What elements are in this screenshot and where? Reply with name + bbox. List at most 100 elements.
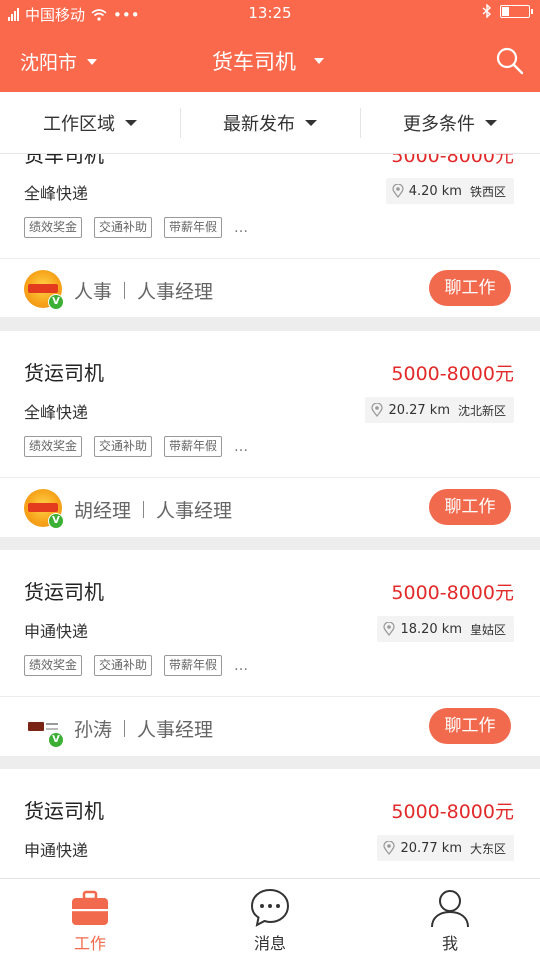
company-logo [28, 722, 44, 731]
company-name: 申通快递 [24, 622, 89, 641]
company-name: 申通快递 [24, 841, 89, 860]
job-title: 货运司机 [24, 580, 104, 604]
benefit-tag: 绩效奖金 [24, 436, 83, 457]
distance-value: 4.20 km [408, 183, 462, 199]
job-card[interactable]: 货运司机 5000-8000元 全峰快递 20.27 km 沈北新区 绩效奖金 … [0, 331, 540, 537]
recruiter-name: 人事 [74, 281, 113, 303]
salary: 5000-8000元 [391, 363, 514, 385]
chat-button[interactable]: 聊工作 [429, 270, 511, 306]
city-label: 沈阳市 [20, 52, 78, 74]
company-logo-avatar: V [24, 270, 64, 310]
verified-badge-icon: V [48, 294, 64, 310]
distance-badge: 18.20 km 皇姑区 [377, 616, 514, 642]
location-pin-icon [371, 403, 384, 417]
job-title: 货运司机 [24, 361, 104, 385]
benefit-tags: 绩效奖金 交通补助 带薪年假 … [24, 655, 249, 676]
distance-badge: 4.20 km 铁西区 [385, 178, 514, 204]
caret-down-icon [125, 119, 137, 126]
company-logo [28, 503, 58, 512]
bottom-tab-bar: 工作 消息 我 [0, 878, 540, 960]
job-title: 货运司机 [24, 799, 104, 823]
app-screen: 中国移动 ••• 13:25 沈阳市 货车司机 工作区域 最新发布 更多条件 货… [0, 0, 540, 960]
city-selector[interactable]: 沈阳市 [20, 48, 98, 75]
job-title: 货车司机 [24, 154, 104, 167]
chat-button[interactable]: 聊工作 [429, 489, 511, 525]
page-title: 货车司机 [212, 50, 296, 74]
recruiter-name: 胡经理 [74, 500, 132, 522]
filter-label: 最新发布 [223, 113, 295, 135]
benefit-tag: 绩效奖金 [24, 655, 83, 676]
company-logo-line [46, 723, 58, 725]
filter-more-conditions[interactable]: 更多条件 [360, 92, 540, 153]
status-bar: 中国移动 ••• 13:25 [0, 0, 540, 28]
job-card[interactable]: 货运司机 5000-8000元 申通快递 20.77 km 大东区 [0, 769, 540, 878]
more-tags-ellipsis: … [234, 438, 250, 455]
bluetooth-icon [482, 4, 492, 18]
search-icon[interactable] [495, 46, 525, 76]
benefit-tag: 带薪年假 [164, 217, 223, 238]
company-logo-avatar: V [24, 489, 64, 529]
distance-badge: 20.77 km 大东区 [377, 835, 514, 861]
top-bar: 中国移动 ••• 13:25 沈阳市 货车司机 [0, 0, 540, 92]
distance-value: 18.20 km [400, 621, 462, 637]
caret-down-icon [485, 119, 497, 126]
job-card[interactable]: 货运司机 5000-8000元 申通快递 18.20 km 皇姑区 绩效奖金 交… [0, 550, 540, 756]
caret-down-icon [87, 58, 98, 65]
battery-icon [500, 4, 533, 18]
district-name: 沈北新区 [457, 403, 506, 418]
district-name: 铁西区 [469, 184, 506, 199]
benefit-tag: 带薪年假 [164, 436, 223, 457]
location-pin-icon [383, 622, 396, 636]
card-divider [0, 696, 540, 697]
chat-bubble-icon [250, 888, 290, 927]
district-name: 皇姑区 [469, 622, 506, 637]
distance-value: 20.77 km [400, 840, 462, 856]
recruiter-name: 孙涛 [74, 719, 113, 741]
header: 沈阳市 货车司机 [0, 28, 540, 92]
benefit-tags: 绩效奖金 交通补助 带薪年假 … [24, 217, 249, 238]
filter-latest[interactable]: 最新发布 [180, 92, 360, 153]
location-pin-icon [383, 841, 396, 855]
chat-button[interactable]: 聊工作 [429, 708, 511, 744]
briefcase-icon [72, 890, 108, 925]
benefit-tag: 带薪年假 [164, 655, 223, 676]
more-tags-ellipsis: … [234, 219, 250, 236]
job-type-selector[interactable]: 货车司机 [212, 46, 324, 76]
more-tags-ellipsis: … [234, 657, 250, 674]
location-pin-icon [392, 184, 404, 198]
filter-work-area[interactable]: 工作区域 [0, 92, 180, 153]
benefit-tags: 绩效奖金 交通补助 带薪年假 … [24, 436, 249, 457]
company-logo-line [46, 728, 58, 730]
benefit-tag: 绩效奖金 [24, 217, 83, 238]
verified-badge-icon: V [48, 513, 64, 529]
verified-badge-icon: V [48, 732, 64, 748]
company-name: 全峰快递 [24, 403, 89, 422]
card-divider [0, 258, 540, 259]
tab-label: 我 [441, 934, 458, 953]
separator [143, 501, 145, 518]
company-name: 全峰快递 [24, 184, 89, 203]
tab-label: 工作 [73, 934, 106, 953]
tab-messages[interactable]: 消息 [180, 879, 360, 960]
tab-work[interactable]: 工作 [0, 879, 180, 960]
status-time: 13:25 [248, 4, 292, 22]
recruiter-role: 人事经理 [156, 500, 233, 522]
separator [124, 720, 126, 737]
status-right [482, 4, 533, 18]
salary: 5000-8000元 [391, 154, 514, 167]
filter-label: 工作区域 [43, 113, 115, 135]
filter-bar: 工作区域 最新发布 更多条件 [0, 92, 540, 154]
caret-down-icon [314, 58, 324, 64]
company-logo [28, 284, 58, 293]
job-card[interactable]: 货车司机 5000-8000元 全峰快递 4.20 km 铁西区 绩效奖金 交通… [0, 154, 540, 317]
company-logo-avatar: V [24, 708, 64, 748]
benefit-tag: 交通补助 [94, 217, 153, 238]
salary: 5000-8000元 [391, 582, 514, 604]
recruiter-role: 人事经理 [137, 281, 214, 303]
recruiter-info: 胡经理 人事经理 [74, 496, 232, 523]
job-list: 货车司机 5000-8000元 全峰快递 4.20 km 铁西区 绩效奖金 交通… [0, 154, 540, 878]
tab-me[interactable]: 我 [360, 879, 540, 960]
card-divider [0, 477, 540, 478]
benefit-tag: 交通补助 [94, 655, 153, 676]
district-name: 大东区 [469, 841, 506, 856]
